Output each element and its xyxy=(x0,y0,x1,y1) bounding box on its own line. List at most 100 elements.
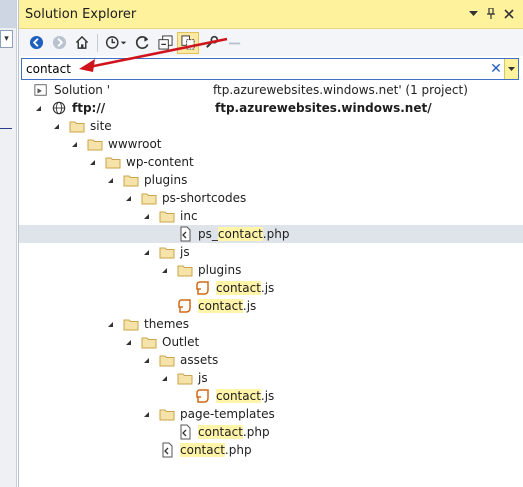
expanded-arrow-icon[interactable] xyxy=(141,243,151,261)
search-input[interactable] xyxy=(22,60,488,78)
php-file-icon xyxy=(159,441,175,459)
search-options-dropdown[interactable] xyxy=(504,59,518,79)
tree-item-file-selected[interactable]: ps_contact.php xyxy=(19,225,523,243)
title-bar: Solution Explorer xyxy=(19,0,523,29)
tree-item-project[interactable]: ftp:// ftp.azurewebsites.windows.net/ xyxy=(19,99,523,117)
adjacent-divider xyxy=(0,128,12,129)
js-file-icon xyxy=(195,279,211,297)
folder-icon xyxy=(141,189,157,207)
php-file-icon xyxy=(177,225,193,243)
tree-item-label: wwwroot xyxy=(108,137,162,151)
tree-item-label: contact.php xyxy=(180,443,252,457)
expanded-arrow-icon[interactable] xyxy=(159,261,169,279)
tree-item-folder[interactable]: plugins xyxy=(19,261,523,279)
folder-icon xyxy=(105,153,121,171)
tree-item-file[interactable]: contact.js xyxy=(19,279,523,297)
tree-item-label: Outlet xyxy=(162,335,200,349)
tree-item-label: ftp.azurewebsites.windows.net/ xyxy=(215,101,432,115)
tree-item-file[interactable]: contact.js xyxy=(19,297,523,315)
solution-tree: Solution ' ftp.azurewebsites.windows.net… xyxy=(19,81,523,459)
panel-title: Solution Explorer xyxy=(25,6,137,22)
tree-item-folder[interactable]: plugins xyxy=(19,171,523,189)
tree-item-label: contact.js xyxy=(216,389,275,403)
expanded-arrow-icon[interactable] xyxy=(33,99,43,117)
toolbar-separator xyxy=(97,33,98,52)
tree-item-label: plugins xyxy=(198,263,242,277)
tree-item-label: js xyxy=(198,371,208,385)
toolbar xyxy=(19,29,523,56)
window-position-icon[interactable] xyxy=(465,6,481,22)
expanded-arrow-icon[interactable] xyxy=(123,189,133,207)
preview-icon[interactable] xyxy=(223,32,245,54)
collapse-all-icon[interactable] xyxy=(154,32,176,54)
folder-icon xyxy=(69,117,85,135)
globe-icon xyxy=(51,99,67,117)
tree-item-file[interactable]: contact.php xyxy=(19,423,523,441)
tree-item-solution[interactable]: Solution ' ftp.azurewebsites.windows.net… xyxy=(19,81,523,99)
folder-icon xyxy=(123,171,139,189)
home-icon[interactable] xyxy=(71,32,93,54)
expanded-arrow-icon[interactable] xyxy=(87,153,97,171)
clear-search-icon[interactable]: ✕ xyxy=(488,61,504,77)
tree-item-folder[interactable]: inc xyxy=(19,207,523,225)
forward-icon[interactable] xyxy=(48,32,70,54)
tree-item-label: inc xyxy=(180,209,198,223)
expanded-arrow-icon[interactable] xyxy=(141,405,151,423)
solution-explorer-panel: Solution Explorer contact ✕ Solution ' f… xyxy=(18,0,523,487)
tree-item-folder[interactable]: page-templates xyxy=(19,405,523,423)
solution-icon xyxy=(33,81,49,99)
back-icon[interactable] xyxy=(25,32,47,54)
tree-item-file[interactable]: contact.php xyxy=(19,441,523,459)
tree-item-folder[interactable]: themes xyxy=(19,315,523,333)
php-file-icon xyxy=(177,423,193,441)
tree-item-folder[interactable]: Outlet xyxy=(19,333,523,351)
tree-item-folder[interactable]: wwwroot xyxy=(19,135,523,153)
show-all-files-icon[interactable] xyxy=(177,31,199,54)
tree-item-label: themes xyxy=(144,317,190,331)
expanded-arrow-icon[interactable] xyxy=(141,351,151,369)
expanded-arrow-icon[interactable] xyxy=(105,315,115,333)
tree-item-folder[interactable]: wp-content xyxy=(19,153,523,171)
tree-item-label: page-templates xyxy=(180,407,275,421)
tree-item-label: site xyxy=(90,119,112,133)
expanded-arrow-icon[interactable] xyxy=(105,171,115,189)
tree-item-label: contact.js xyxy=(198,299,257,313)
folder-icon xyxy=(123,315,139,333)
expanded-arrow-icon[interactable] xyxy=(159,369,169,387)
tree-item-label: js xyxy=(180,245,190,259)
folder-icon xyxy=(141,333,157,351)
tree-item-folder[interactable]: js xyxy=(19,243,523,261)
refresh-icon[interactable] xyxy=(131,32,153,54)
properties-icon[interactable] xyxy=(200,32,222,54)
tree-item-label: ftp:// xyxy=(72,101,106,115)
folder-icon xyxy=(87,135,103,153)
js-file-icon xyxy=(195,387,211,405)
search-box: ✕ xyxy=(21,58,519,80)
tree-item-folder[interactable]: js xyxy=(19,369,523,387)
folder-icon xyxy=(159,351,175,369)
expanded-arrow-icon[interactable] xyxy=(123,333,133,351)
adjacent-window-strip: ▾ xyxy=(0,0,17,487)
folder-icon xyxy=(159,207,175,225)
tree-item-label: assets xyxy=(180,353,219,367)
tree-item-folder[interactable]: site xyxy=(19,117,523,135)
tree-item-label: contact.js xyxy=(216,281,275,295)
expanded-arrow-icon[interactable] xyxy=(69,135,79,153)
folder-icon xyxy=(177,261,193,279)
history-icon[interactable] xyxy=(102,32,130,54)
expanded-arrow-icon[interactable] xyxy=(51,117,61,135)
tree-item-label: wp-content xyxy=(126,155,194,169)
adjacent-window-header xyxy=(0,0,16,28)
tree-item-folder[interactable]: ps-shortcodes xyxy=(19,189,523,207)
tree-item-label: ftp.azurewebsites.windows.net' (1 projec… xyxy=(213,83,468,97)
expanded-arrow-icon[interactable] xyxy=(141,207,151,225)
adjacent-dropdown-button[interactable]: ▾ xyxy=(0,30,13,48)
tree-item-file[interactable]: contact.js xyxy=(19,387,523,405)
tree-item-label: ps-shortcodes xyxy=(162,191,247,205)
tree-item-label: ps_contact.php xyxy=(198,227,290,241)
pin-icon[interactable] xyxy=(483,6,499,22)
close-icon[interactable] xyxy=(501,6,517,22)
tree-item-folder[interactable]: assets xyxy=(19,351,523,369)
js-file-icon xyxy=(177,297,193,315)
tree-item-label: plugins xyxy=(144,173,188,187)
